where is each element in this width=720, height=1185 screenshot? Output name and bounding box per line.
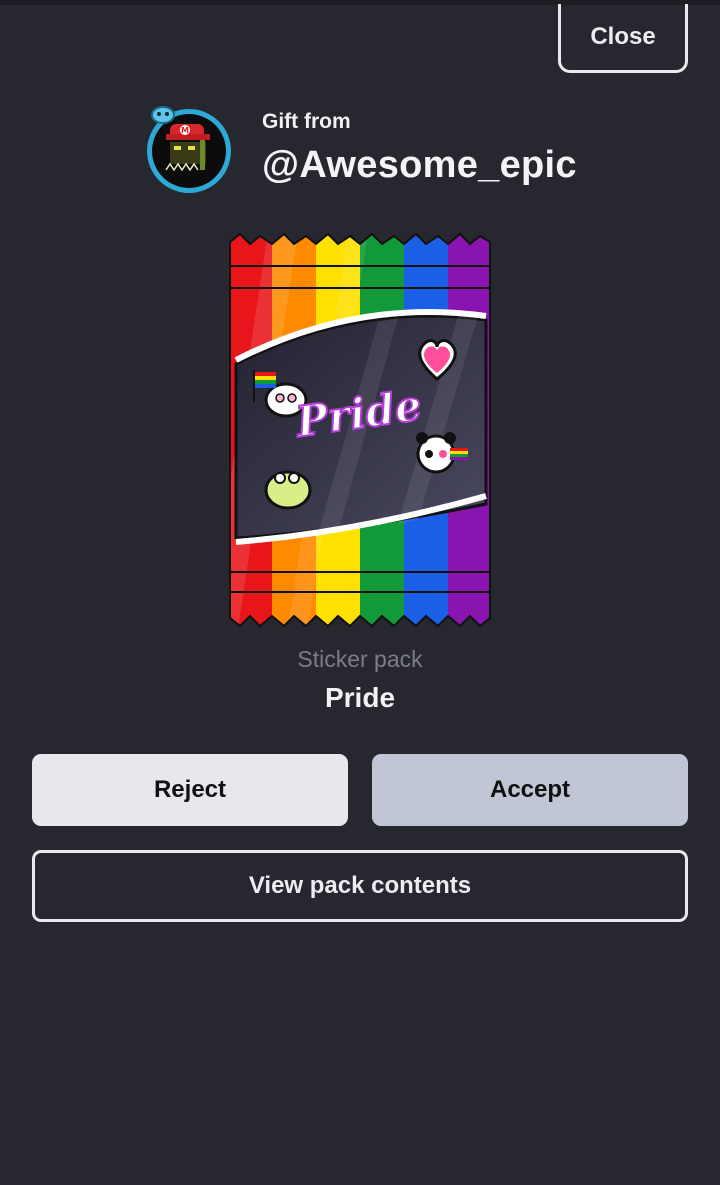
pack-art: Pride — [229, 232, 491, 628]
avatar-image: M — [165, 124, 210, 172]
accept-button[interactable]: Accept — [372, 754, 688, 826]
badge-icon — [151, 106, 175, 124]
close-button[interactable]: Close — [558, 4, 688, 73]
frog-icon — [264, 470, 312, 510]
pack-type-label: Sticker pack — [297, 646, 423, 672]
sender-username: @Awesome_epic — [262, 144, 577, 186]
sender-avatar: M — [144, 104, 236, 196]
gift-from-label: Gift from — [262, 110, 351, 133]
sticker-pack-image[interactable]: Pride — [228, 232, 492, 628]
svg-text:M: M — [181, 126, 189, 135]
pack-name: Pride — [324, 682, 396, 713]
view-pack-contents-button[interactable]: View pack contents — [32, 850, 688, 922]
reject-button[interactable]: Reject — [32, 754, 348, 826]
